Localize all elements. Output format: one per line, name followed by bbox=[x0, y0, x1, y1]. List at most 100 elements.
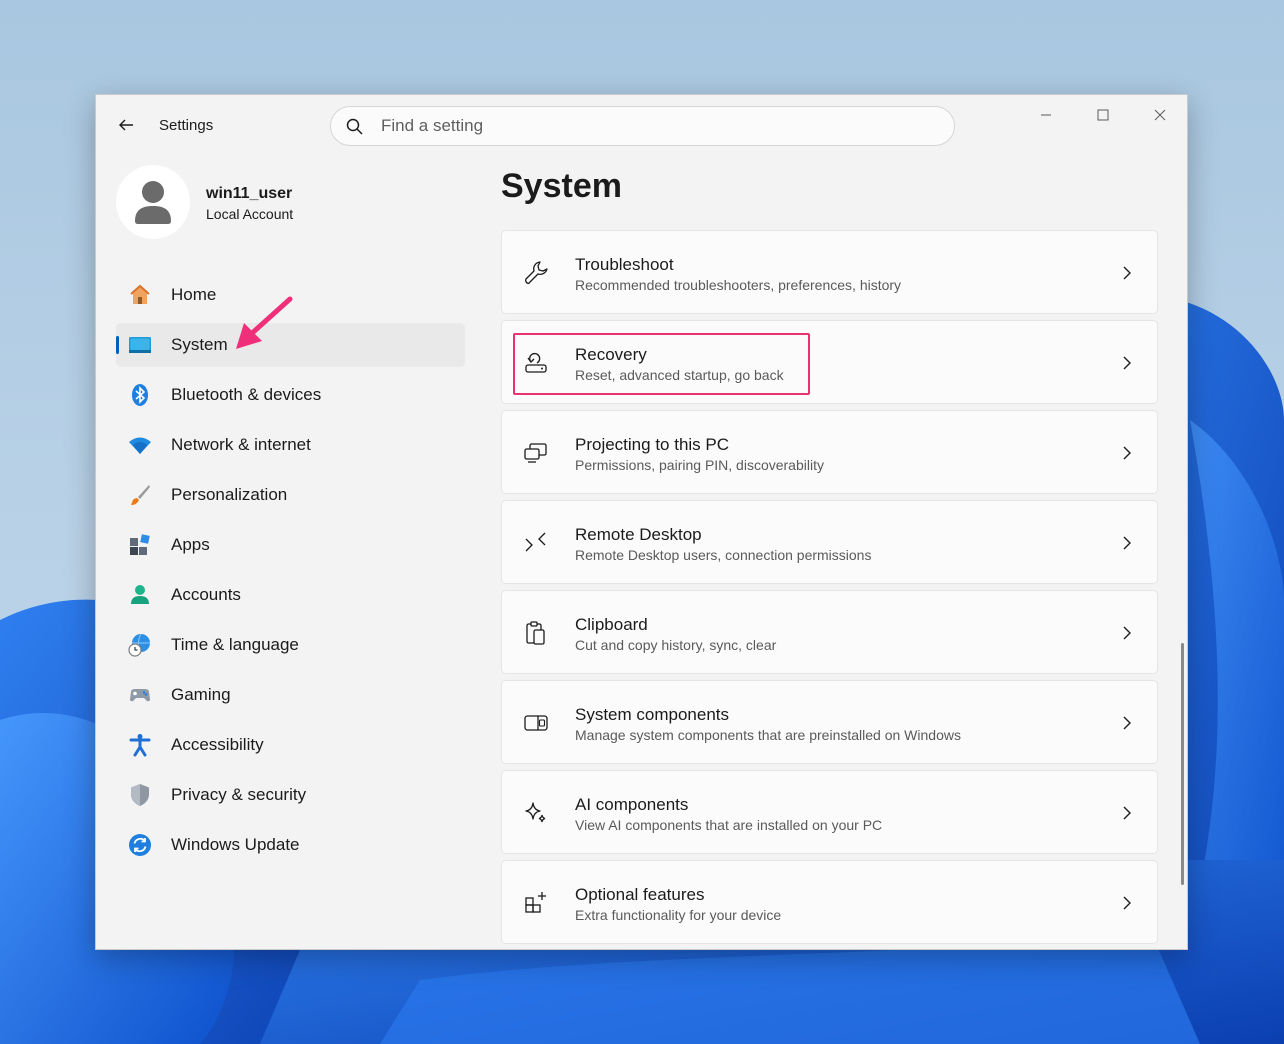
card-projecting[interactable]: Projecting to this PC Permissions, pairi… bbox=[501, 410, 1158, 494]
globe-clock-icon bbox=[128, 633, 152, 657]
card-remote-desktop[interactable]: Remote Desktop Remote Desktop users, con… bbox=[501, 500, 1158, 584]
bluetooth-icon bbox=[128, 383, 152, 407]
sidebar-item-label: Gaming bbox=[171, 685, 231, 704]
card-recovery[interactable]: Recovery Reset, advanced startup, go bac… bbox=[501, 320, 1158, 404]
recovery-icon bbox=[522, 349, 550, 377]
apps-icon bbox=[128, 533, 152, 557]
maximize-icon bbox=[1097, 109, 1109, 121]
shield-icon bbox=[128, 783, 152, 807]
close-button[interactable] bbox=[1132, 99, 1187, 131]
sidebar-item-network[interactable]: Network & internet bbox=[116, 423, 465, 467]
card-troubleshoot[interactable]: Troubleshoot Recommended troubleshooters… bbox=[501, 230, 1158, 314]
brush-icon bbox=[128, 483, 152, 507]
close-icon bbox=[1154, 109, 1166, 121]
card-description: Reset, advanced startup, go back bbox=[575, 367, 784, 383]
app-title: Settings bbox=[159, 117, 214, 134]
card-description: View AI components that are installed on… bbox=[575, 817, 883, 833]
card-title: Recovery bbox=[575, 345, 647, 364]
search-input[interactable] bbox=[381, 107, 941, 145]
sidebar-item-personalization[interactable]: Personalization bbox=[116, 473, 465, 517]
sidebar-item-time-language[interactable]: Time & language bbox=[116, 623, 465, 667]
card-title: Optional features bbox=[575, 885, 705, 904]
sidebar-item-privacy-security[interactable]: Privacy & security bbox=[116, 773, 465, 817]
account-type: Local Account bbox=[206, 206, 294, 222]
sidebar-nav: Home System Bluetooth & devices Network … bbox=[116, 273, 465, 873]
sidebar-item-label: Accessibility bbox=[171, 735, 264, 754]
chevron-right-icon bbox=[1119, 713, 1135, 733]
card-optional-features[interactable]: Optional features Extra functionality fo… bbox=[501, 860, 1158, 944]
sidebar-item-gaming[interactable]: Gaming bbox=[116, 673, 465, 717]
selection-indicator bbox=[116, 336, 119, 354]
maximize-button[interactable] bbox=[1075, 99, 1131, 131]
sidebar-item-accounts[interactable]: Accounts bbox=[116, 573, 465, 617]
card-clipboard[interactable]: Clipboard Cut and copy history, sync, cl… bbox=[501, 590, 1158, 674]
user-avatar-icon bbox=[135, 181, 171, 224]
search-icon bbox=[346, 118, 363, 135]
card-ai-components[interactable]: AI components View AI components that ar… bbox=[501, 770, 1158, 854]
card-title: Projecting to this PC bbox=[575, 435, 730, 454]
minimize-icon bbox=[1041, 114, 1051, 116]
accounts-icon bbox=[128, 583, 152, 607]
minimize-button[interactable] bbox=[1018, 99, 1074, 131]
sidebar-item-windows-update[interactable]: Windows Update bbox=[116, 823, 465, 867]
settings-card-list: Troubleshoot Recommended troubleshooters… bbox=[501, 230, 1158, 949]
gamepad-icon bbox=[128, 683, 152, 707]
user-name: win11_user bbox=[206, 185, 293, 202]
chevron-right-icon bbox=[1119, 623, 1135, 643]
card-title: AI components bbox=[575, 795, 689, 814]
home-icon bbox=[128, 283, 152, 307]
accessibility-icon bbox=[128, 733, 152, 757]
update-icon bbox=[128, 833, 152, 857]
page-title: System bbox=[501, 167, 622, 205]
sidebar-item-apps[interactable]: Apps bbox=[116, 523, 465, 567]
remote-desktop-icon bbox=[522, 529, 550, 557]
chevron-right-icon bbox=[1119, 803, 1135, 823]
sidebar-item-label: Privacy & security bbox=[171, 785, 307, 804]
wrench-icon bbox=[522, 259, 550, 287]
title-bar: Settings bbox=[96, 95, 1187, 155]
card-description: Recommended troubleshooters, preferences… bbox=[575, 277, 902, 293]
card-title: Troubleshoot bbox=[575, 255, 674, 274]
card-description: Extra functionality for your device bbox=[575, 907, 782, 923]
settings-window: Settings win11_user Local Account bbox=[95, 94, 1188, 950]
back-button[interactable] bbox=[110, 109, 142, 141]
sidebar-item-label: System bbox=[171, 335, 228, 354]
system-components-icon bbox=[522, 709, 550, 737]
sidebar-item-label: Time & language bbox=[171, 635, 299, 654]
chevron-right-icon bbox=[1119, 893, 1135, 913]
card-system-components[interactable]: System components Manage system componen… bbox=[501, 680, 1158, 764]
sidebar-item-accessibility[interactable]: Accessibility bbox=[116, 723, 465, 767]
card-description: Permissions, pairing PIN, discoverabilit… bbox=[575, 457, 824, 473]
sidebar-item-label: Windows Update bbox=[171, 835, 300, 854]
card-title: System components bbox=[575, 705, 730, 724]
sidebar-item-label: Bluetooth & devices bbox=[171, 385, 322, 404]
sidebar-item-label: Personalization bbox=[171, 485, 288, 504]
card-description: Cut and copy history, sync, clear bbox=[575, 637, 777, 653]
card-title: Remote Desktop bbox=[575, 525, 702, 544]
sidebar-item-label: Apps bbox=[171, 535, 210, 554]
sidebar-item-label: Accounts bbox=[171, 585, 241, 604]
sidebar-item-label: Home bbox=[171, 285, 217, 304]
card-description: Remote Desktop users, connection permiss… bbox=[575, 547, 872, 563]
sidebar-item-bluetooth[interactable]: Bluetooth & devices bbox=[116, 373, 465, 417]
back-arrow-icon bbox=[119, 119, 133, 131]
sparkle-icon bbox=[522, 799, 550, 827]
chevron-right-icon bbox=[1119, 263, 1135, 283]
user-profile[interactable]: win11_user Local Account bbox=[116, 165, 456, 241]
wifi-icon bbox=[128, 433, 152, 457]
chevron-right-icon bbox=[1119, 353, 1135, 373]
search-box[interactable] bbox=[330, 106, 955, 146]
optional-features-icon bbox=[522, 889, 550, 917]
sidebar-item-label: Network & internet bbox=[171, 435, 311, 454]
projecting-icon bbox=[522, 439, 550, 467]
avatar bbox=[116, 165, 190, 239]
card-description: Manage system components that are preins… bbox=[575, 727, 961, 743]
highlight-box bbox=[513, 333, 810, 395]
clipboard-icon bbox=[522, 619, 550, 647]
card-title: Clipboard bbox=[575, 615, 648, 634]
chevron-right-icon bbox=[1119, 443, 1135, 463]
scrollbar[interactable] bbox=[1181, 643, 1184, 885]
system-icon bbox=[128, 333, 152, 357]
chevron-right-icon bbox=[1119, 533, 1135, 553]
annotation-arrow bbox=[236, 296, 293, 349]
